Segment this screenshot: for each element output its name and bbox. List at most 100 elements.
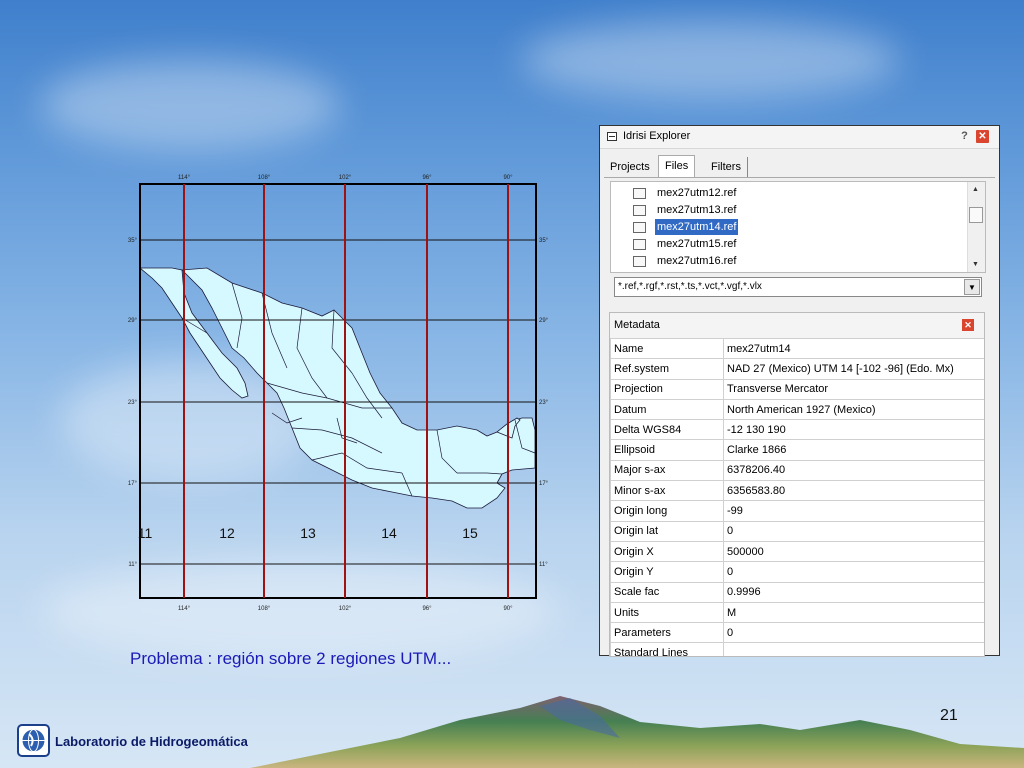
metadata-key: Delta WGS84 (610, 419, 724, 441)
mexico-landmass (138, 267, 536, 509)
file-filter-value: *.ref,*.rgf,*.rst,*.ts,*.vct,*.vgf,*.vlx (618, 281, 762, 292)
metadata-key: Minor s-ax (610, 480, 724, 502)
table-row[interactable]: Name mex27utm14 (610, 337, 984, 360)
top-longitude-labels: 114° 108° 102° 96° 90° (178, 175, 513, 181)
utm-zone-label: 15 (462, 525, 478, 541)
longitude-tick-label: 102° (339, 175, 352, 181)
table-row[interactable]: Origin long -99 (610, 500, 984, 522)
metadata-key: Parameters (610, 622, 724, 644)
longitude-tick-label: 114° (178, 175, 191, 181)
latitude-tick-label: 11° (539, 562, 548, 568)
metadata-value: 0 (723, 561, 984, 583)
latitude-tick-label: 17° (539, 481, 549, 487)
utm-zone-label: 14 (381, 525, 397, 541)
tab-files[interactable]: Files (658, 155, 696, 178)
file-list[interactable]: mex27utm12.ref mex27utm13.ref mex27utm14… (610, 181, 986, 273)
latitude-tick-label: 17° (128, 481, 138, 487)
metadata-value: Clarke 1866 (723, 439, 984, 461)
utm-zone-label: 11 (138, 525, 153, 541)
close-icon[interactable]: ✕ (962, 319, 974, 331)
file-name: mex27utm14.ref (655, 219, 739, 235)
longitude-tick-label: 102° (339, 606, 352, 612)
map-canvas: 114° 108° 102° 96° 90° 114° 108° 102° 96° 90° 35… (128, 175, 549, 612)
metadata-key: Major s-ax (610, 459, 724, 482)
file-name: mex27utm15.ref (657, 238, 737, 250)
tab-filters[interactable]: Filters (705, 157, 748, 177)
metadata-value: 0.9996 (723, 581, 984, 603)
table-row[interactable]: Minor s-ax 6356583.80 (610, 480, 984, 502)
minimize-icon[interactable] (607, 132, 617, 141)
metadata-value: NAD 27 (Mexico) UTM 14 [-102 -96] (Edo. … (723, 358, 984, 380)
longitude-tick-label: 114° (178, 606, 191, 612)
left-latitude-labels: 35° 29° 23° 17° 11° (128, 238, 138, 568)
latitude-tick-label: 29° (539, 318, 549, 324)
file-icon (633, 188, 646, 199)
table-row[interactable]: Origin lat 0 (610, 520, 984, 542)
scroll-down-icon[interactable]: ▼ (972, 261, 979, 268)
utm-zone-label: 13 (300, 525, 316, 541)
latitude-tick-label: 23° (539, 400, 549, 406)
metadata-value: 6356583.80 (723, 480, 984, 502)
file-name: mex27utm16.ref (657, 255, 737, 267)
utm-zone-map: 114° 108° 102° 96° 90° 114° 108° 102° 96° 90° 35… (112, 168, 567, 618)
chevron-down-icon[interactable]: ▼ (964, 279, 980, 295)
table-row[interactable]: Major s-ax 6378206.40 (610, 459, 984, 482)
latitude-tick-label: 11° (128, 562, 137, 568)
file-icon (633, 205, 646, 216)
file-icon (633, 256, 646, 267)
table-row[interactable]: Datum North American 1927 (Mexico) (610, 398, 984, 421)
table-row[interactable]: Origin X 500000 (610, 540, 984, 563)
metadata-key: Units (610, 601, 724, 624)
metadata-table: Name mex27utm14 Ref.system NAD 27 (Mexico) … (610, 337, 984, 656)
metadata-value: -12 130 190 (723, 419, 984, 441)
tab-projects[interactable]: Projects (604, 157, 656, 177)
metadata-value: 0 (723, 622, 984, 644)
file-filter-select[interactable]: *.ref,*.rgf,*.rst,*.ts,*.vct,*.vgf,*.vlx… (614, 277, 982, 297)
longitude-tick-label: 90° (503, 606, 513, 612)
file-name: mex27utm13.ref (657, 204, 737, 216)
table-row[interactable]: Parameters 0 (610, 622, 984, 644)
metadata-key: Ref.system (610, 358, 724, 380)
metadata-value: -99 (723, 500, 984, 522)
table-row[interactable]: Standard Lines (610, 642, 984, 656)
table-row[interactable]: Scale fac 0.9996 (610, 581, 984, 603)
cloud (40, 60, 340, 150)
help-icon[interactable]: ? (958, 130, 971, 143)
latitude-tick-label: 29° (128, 318, 138, 324)
table-row[interactable]: Delta WGS84 -12 130 190 (610, 419, 984, 441)
metadata-key: Projection (610, 378, 724, 400)
metadata-value: North American 1927 (Mexico) (723, 398, 984, 421)
longitude-tick-label: 108° (258, 606, 271, 612)
longitude-tick-label: 108° (258, 175, 271, 181)
close-icon[interactable]: ✕ (976, 130, 989, 143)
table-row[interactable]: Ref.system NAD 27 (Mexico) UTM 14 [-102 -… (610, 358, 984, 380)
table-row[interactable]: Ellipsoid Clarke 1866 (610, 439, 984, 461)
scroll-thumb[interactable] (969, 207, 983, 223)
page-number: 21 (940, 707, 958, 724)
scroll-up-icon[interactable]: ▲ (972, 186, 979, 193)
metadata-value: mex27utm14 (723, 337, 984, 360)
metadata-header: Metadata ✕ (610, 313, 984, 339)
globe-icon (22, 729, 45, 752)
table-row[interactable]: Units M (610, 601, 984, 624)
right-latitude-labels: 35° 29° 23° 17° 11° (539, 238, 549, 568)
metadata-value: 6378206.40 (723, 459, 984, 482)
latitude-tick-label: 23° (128, 400, 138, 406)
metadata-value: M (723, 601, 984, 624)
metadata-key: Origin long (610, 500, 724, 522)
table-row[interactable]: Projection Transverse Mercator (610, 378, 984, 400)
bottom-longitude-labels: 114° 108° 102° 96° 90° (178, 606, 513, 612)
longitude-tick-label: 96° (422, 175, 432, 181)
file-list-scrollbar[interactable]: ▲ ▼ (967, 182, 985, 272)
metadata-key: Standard Lines (610, 642, 724, 656)
latitude-tick-label: 35° (128, 238, 138, 244)
explorer-titlebar: Idrisi Explorer ? ✕ (600, 126, 999, 149)
metadata-key: Ellipsoid (610, 439, 724, 461)
explorer-title: Idrisi Explorer (623, 130, 691, 142)
utm-zone-label: 12 (219, 525, 235, 541)
mountain-landscape-image (250, 696, 1024, 768)
tab-divider (604, 177, 995, 178)
metadata-key: Scale fac (610, 581, 724, 603)
lab-name: Laboratorio de Hidrogeomática (55, 734, 248, 749)
table-row[interactable]: Origin Y0 (610, 561, 984, 583)
